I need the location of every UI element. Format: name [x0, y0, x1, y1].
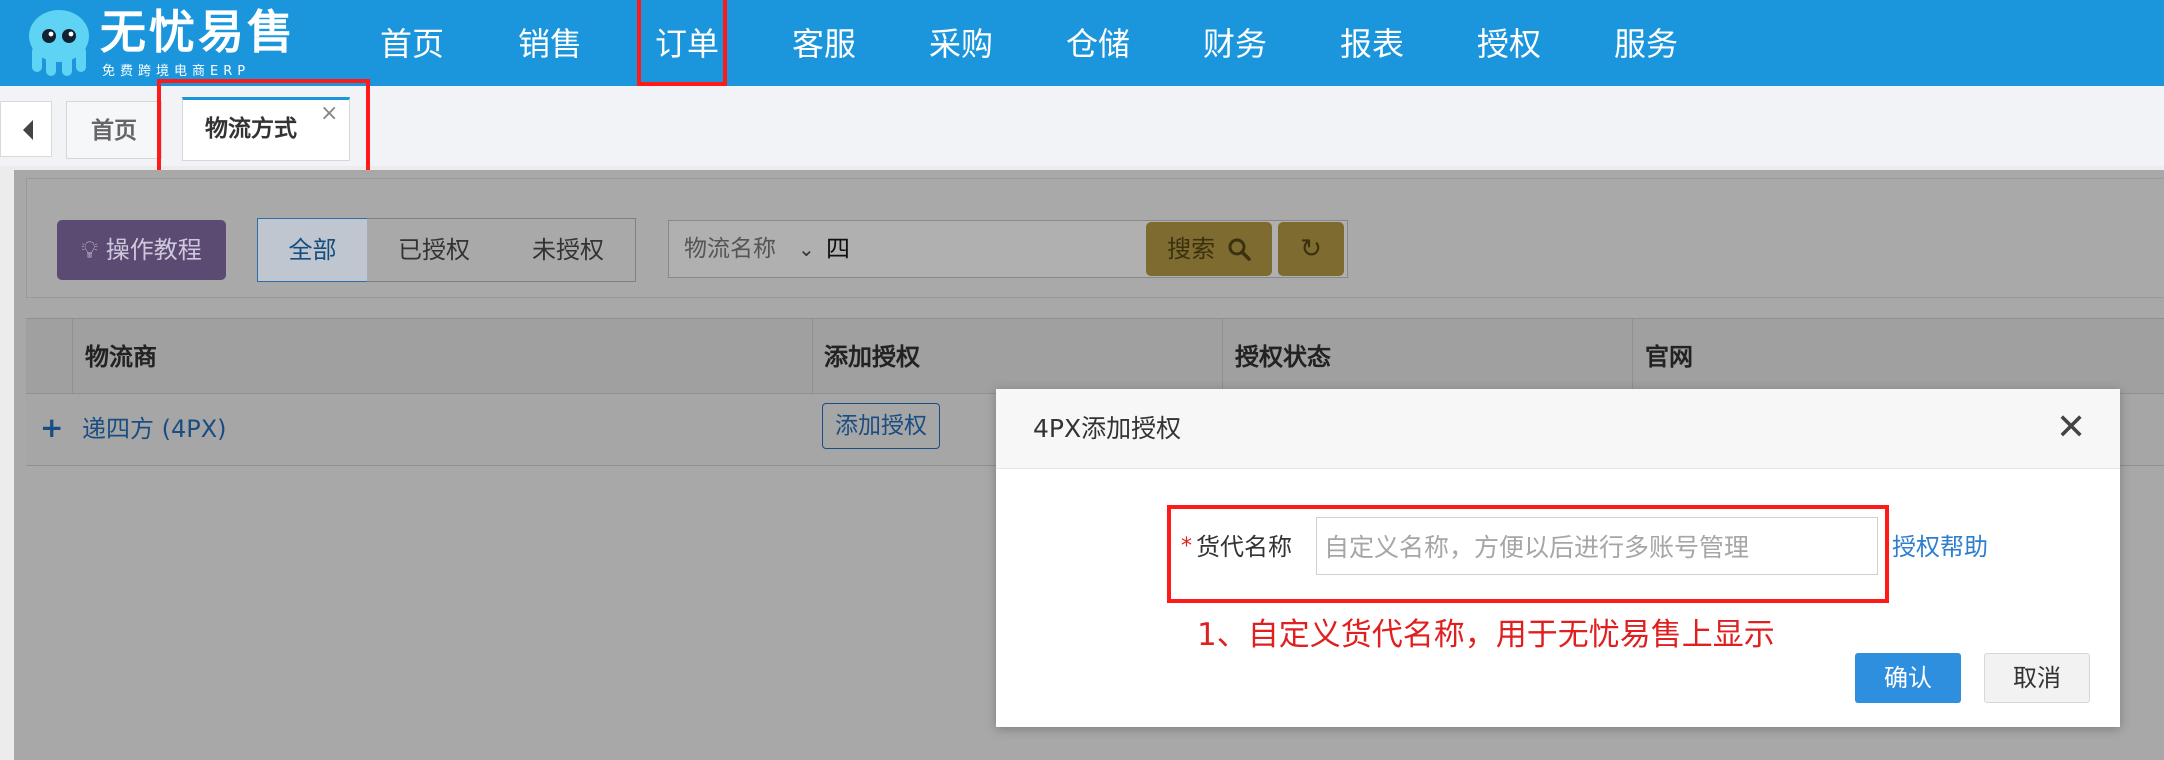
column-divider	[1632, 318, 1633, 394]
refresh-button[interactable]: ↻	[1278, 222, 1344, 276]
search-input[interactable]: 四	[826, 230, 1126, 268]
authorization-help-link[interactable]: 授权帮助	[1892, 530, 1988, 564]
nav-item-reports[interactable]: 报表	[1340, 22, 1404, 66]
nav-item-services[interactable]: 服务	[1614, 22, 1678, 66]
annotation-text: 1、自定义货代名称，用于无忧易售上显示	[1197, 617, 1775, 653]
column-header-carrier: 物流商	[85, 343, 157, 371]
logo-subtitle: 免费跨境电商ERP	[102, 64, 251, 79]
lightbulb-icon: 💡︎	[81, 236, 99, 264]
cancel-button[interactable]: 取消	[1984, 653, 2090, 703]
nav-item-customer-service[interactable]: 客服	[792, 22, 856, 66]
column-header-website: 官网	[1645, 343, 1693, 371]
nav-item-sales[interactable]: 销售	[518, 22, 582, 66]
expand-row-icon[interactable]: +	[40, 410, 63, 446]
column-header-auth-status: 授权状态	[1235, 343, 1331, 371]
tab-scroll-left-button[interactable]	[0, 101, 52, 157]
highlight-box-orders-nav	[637, 0, 727, 86]
highlight-box-forwarder-field	[1167, 505, 1889, 603]
search-label: 搜索	[1167, 235, 1216, 263]
tab-home[interactable]: 首页	[66, 101, 162, 159]
column-header-add-auth: 添加授权	[824, 343, 920, 371]
nav-item-authorization[interactable]: 授权	[1477, 22, 1541, 66]
column-divider	[1222, 318, 1223, 394]
confirm-button[interactable]: 确认	[1855, 653, 1961, 703]
column-divider	[812, 318, 813, 394]
search-icon	[1228, 238, 1251, 261]
nav-item-finance[interactable]: 财务	[1203, 22, 1267, 66]
nav-item-warehouse[interactable]: 仓储	[1066, 22, 1130, 66]
caret-left-icon	[23, 120, 33, 140]
tutorial-label: 操作教程	[105, 236, 202, 264]
octopus-logo-icon[interactable]	[22, 6, 96, 80]
dialog-title: 4PX添加授权	[1033, 414, 1182, 443]
column-divider	[72, 318, 73, 394]
refresh-icon: ↻	[1300, 234, 1322, 264]
search-field-select[interactable]: 物流名称	[684, 232, 776, 266]
logo-title: 无忧易售	[100, 5, 296, 59]
filter-unauthorized-button[interactable]: 未授权	[501, 218, 636, 282]
filter-all-button[interactable]: 全部	[257, 218, 368, 282]
search-button[interactable]: 搜索	[1146, 222, 1272, 276]
carrier-name-link[interactable]: 递四方 (4PX)	[82, 412, 227, 446]
table-header	[26, 318, 2164, 394]
close-icon[interactable]: ✕	[2056, 408, 2086, 448]
nav-item-home[interactable]: 首页	[380, 22, 444, 66]
tutorial-button[interactable]: 💡︎ 操作教程	[57, 220, 226, 280]
chevron-down-icon[interactable]: ⌄	[798, 237, 815, 261]
filter-authorized-button[interactable]: 已授权	[367, 218, 502, 282]
nav-item-purchasing[interactable]: 采购	[929, 22, 993, 66]
add-authorization-button[interactable]: 添加授权	[822, 403, 940, 449]
